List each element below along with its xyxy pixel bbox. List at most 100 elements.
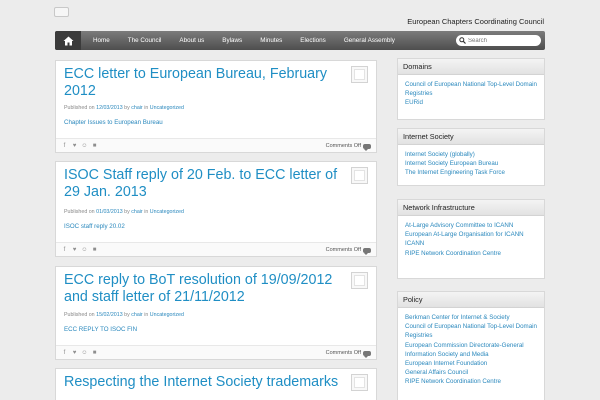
post-author[interactable]: chair — [131, 209, 142, 215]
nav-home[interactable]: Home — [81, 31, 119, 50]
google-plus-icon[interactable]: ☺ — [81, 246, 88, 254]
nav-general-assembly[interactable]: General Assembly — [335, 31, 404, 50]
twitter-icon[interactable]: ♥ — [71, 349, 78, 357]
by-label: by — [124, 209, 130, 215]
nav-minutes[interactable]: Minutes — [251, 31, 291, 50]
linkedin-icon[interactable]: ■ — [91, 349, 98, 357]
post-thumbnail — [351, 167, 368, 184]
comments-status[interactable]: Comments Off — [325, 349, 371, 358]
post-footer: f ♥ ☺ ■ Comments Off — [56, 345, 376, 359]
widget-link[interactable]: RIPE Network Coordination Centre — [405, 377, 539, 386]
widget-network-infrastructure: Network Infrastructure At-Large Advisory… — [397, 199, 545, 279]
twitter-icon[interactable]: ♥ — [71, 246, 78, 254]
widget-domains: Domains Council of European National Top… — [397, 58, 545, 120]
widget-link[interactable]: European Commission Directorate-General … — [405, 341, 539, 359]
widget-title: Domains — [398, 59, 544, 75]
main-nav: Home The Council About us Bylaws Minutes… — [55, 31, 545, 50]
search-icon — [459, 37, 466, 44]
post-category[interactable]: Uncategorized — [150, 209, 184, 215]
post-title[interactable]: ECC reply to BoT resolution of 19/09/201… — [64, 272, 349, 306]
site-title[interactable]: European Chapters Coordinating Council — [407, 17, 544, 26]
widget-link[interactable]: EURid — [405, 98, 539, 107]
widget-link[interactable]: Internet Society (globally) — [405, 150, 539, 159]
post-thumbnail — [351, 374, 368, 391]
comments-status[interactable]: Comments Off — [325, 142, 371, 151]
widget-title: Internet Society — [398, 129, 544, 145]
site-logo[interactable] — [54, 7, 69, 17]
widget-link[interactable]: Internet Society European Bureau — [405, 159, 539, 168]
facebook-icon[interactable]: f — [61, 349, 68, 357]
published-label: Published on — [64, 105, 95, 111]
post-card: ECC reply to BoT resolution of 19/09/201… — [55, 266, 377, 360]
post-footer: f ♥ ☺ ■ Comments Off — [56, 242, 376, 256]
widget-link[interactable]: European Internet Foundation — [405, 359, 539, 368]
widget-link[interactable]: RIPE Network Coordination Centre — [405, 249, 539, 258]
post-title[interactable]: Respecting the Internet Society trademar… — [64, 374, 354, 391]
widget-links: Internet Society (globally) Internet Soc… — [398, 145, 544, 178]
comments-label: Comments Off — [325, 247, 361, 253]
nav-the-council[interactable]: The Council — [119, 31, 171, 50]
search-box — [456, 35, 541, 46]
google-plus-icon[interactable]: ☺ — [81, 142, 88, 150]
post-meta: Published on 01/03/2013 by chair in Unca… — [64, 209, 184, 215]
widget-link[interactable]: The Internet Engineering Task Force — [405, 168, 539, 177]
nav-elections[interactable]: Elections — [291, 31, 335, 50]
post-title[interactable]: ECC letter to European Bureau, February … — [64, 66, 349, 100]
widget-link[interactable]: ICANN — [405, 239, 539, 248]
widget-links: At-Large Advisory Committee to ICANN Eur… — [398, 216, 544, 258]
linkedin-icon[interactable]: ■ — [91, 246, 98, 254]
comments-label: Comments Off — [325, 143, 361, 149]
widget-link[interactable]: European At-Large Organisation for ICANN — [405, 230, 539, 239]
widget-link[interactable]: At-Large Advisory Committee to ICANN — [405, 221, 539, 230]
post-footer: f ♥ ☺ ■ Comments Off — [56, 138, 376, 152]
linkedin-icon[interactable]: ■ — [91, 142, 98, 150]
post-card: ISOC Staff reply of 20 Feb. to ECC lette… — [55, 161, 377, 257]
in-label: in — [144, 209, 149, 215]
home-icon[interactable] — [55, 31, 81, 50]
published-label: Published on — [64, 312, 95, 318]
facebook-icon[interactable]: f — [61, 246, 68, 254]
google-plus-icon[interactable]: ☺ — [81, 349, 88, 357]
post-body-link[interactable]: Chapter Issues to European Bureau — [64, 119, 163, 126]
post-card: ECC letter to European Bureau, February … — [55, 60, 377, 153]
widget-policy: Policy Berkman Center for Internet & Soc… — [397, 291, 545, 400]
post-date[interactable]: 12/03/2013 — [96, 105, 123, 111]
post-author[interactable]: chair — [131, 105, 142, 111]
widget-link[interactable]: Council of European National Top-Level D… — [405, 80, 539, 98]
comments-status[interactable]: Comments Off — [325, 246, 371, 255]
post-meta: Published on 15/02/2013 by chair in Unca… — [64, 312, 184, 318]
share-icons: f ♥ ☺ ■ — [61, 142, 98, 150]
search-input[interactable] — [468, 37, 538, 44]
post-date[interactable]: 01/03/2013 — [96, 209, 123, 215]
comment-icon — [363, 350, 371, 358]
widget-link[interactable]: Berkman Center for Internet & Society — [405, 313, 539, 322]
in-label: in — [144, 312, 149, 318]
post-author[interactable]: chair — [131, 312, 142, 318]
post-category[interactable]: Uncategorized — [150, 105, 184, 111]
post-thumbnail — [351, 66, 368, 83]
widget-links: Berkman Center for Internet & Society Co… — [398, 308, 544, 387]
post-meta: Published on 12/03/2013 by chair in Unca… — [64, 105, 184, 111]
by-label: by — [124, 105, 130, 111]
post-category[interactable]: Uncategorized — [150, 312, 184, 318]
share-icons: f ♥ ☺ ■ — [61, 349, 98, 357]
widget-title: Network Infrastructure — [398, 200, 544, 216]
widget-links: Council of European National Top-Level D… — [398, 75, 544, 108]
nav-bylaws[interactable]: Bylaws — [213, 31, 251, 50]
widget-link[interactable]: Council of European National Top-Level D… — [405, 322, 539, 340]
widget-link[interactable]: General Affairs Council — [405, 368, 539, 377]
widget-title: Policy — [398, 292, 544, 308]
facebook-icon[interactable]: f — [61, 142, 68, 150]
post-date[interactable]: 15/02/2013 — [96, 312, 123, 318]
post-body-link[interactable]: ISOC staff reply 20.02 — [64, 223, 125, 230]
comments-label: Comments Off — [325, 350, 361, 356]
post-body-link[interactable]: ECC REPLY TO ISOC FIN — [64, 326, 137, 333]
widget-internet-society: Internet Society Internet Society (globa… — [397, 128, 545, 186]
in-label: in — [144, 105, 149, 111]
twitter-icon[interactable]: ♥ — [71, 142, 78, 150]
nav-about-us[interactable]: About us — [170, 31, 213, 50]
share-icons: f ♥ ☺ ■ — [61, 246, 98, 254]
post-title[interactable]: ISOC Staff reply of 20 Feb. to ECC lette… — [64, 167, 349, 201]
comment-icon — [363, 247, 371, 255]
by-label: by — [124, 312, 130, 318]
